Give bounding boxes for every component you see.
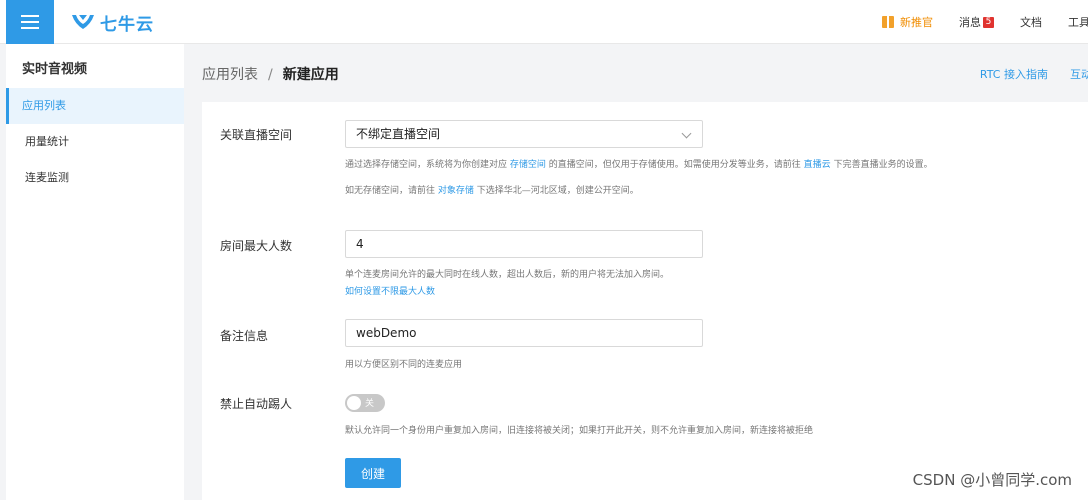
- hamburger-icon: [21, 11, 39, 33]
- tools-link[interactable]: 工具: [1068, 14, 1088, 30]
- sidebar-title: 实时音视频: [22, 62, 88, 77]
- max-users-label: 房间最大人数: [220, 239, 293, 253]
- breadcrumb-parent[interactable]: 应用列表: [202, 67, 258, 83]
- page-links: RTC 接入指南 互动: [958, 66, 1088, 82]
- unlimited-users-link[interactable]: 如何设置不限最大人数: [345, 284, 435, 297]
- logo-icon: [72, 15, 94, 29]
- page-title: 新建应用: [282, 67, 339, 83]
- interactive-link[interactable]: 互动: [1070, 66, 1088, 82]
- remark-input[interactable]: webDemo: [345, 319, 703, 347]
- sidebar: 实时音视频 应用列表 用量统计 连麦监测: [6, 44, 184, 500]
- docs-link[interactable]: 文档: [1020, 14, 1042, 30]
- live-space-label: 关联直播空间: [220, 128, 293, 142]
- logo[interactable]: 七牛云: [70, 10, 154, 35]
- sidebar-item-monitor[interactable]: 连麦监测: [6, 160, 184, 196]
- header-links: 新推官 消息 5 文档 工具: [882, 0, 1088, 44]
- hint-text: 通过选择存储空间，系统将为你创建对应: [345, 160, 508, 170]
- messages-label: 消息: [959, 16, 981, 29]
- logo-text: 七牛云: [100, 14, 154, 35]
- max-users-hint: 单个连麦房间允许的最大同时在线人数，超出人数后，新的用户将无法加入房间。: [345, 270, 670, 280]
- breadcrumb: 应用列表 / 新建应用: [202, 64, 339, 84]
- kick-label: 禁止自动踢人: [220, 397, 293, 411]
- max-users-input[interactable]: 4: [345, 230, 703, 258]
- page-head: 应用列表 / 新建应用 RTC 接入指南 互动: [184, 44, 1088, 102]
- object-storage-link[interactable]: 对象存储: [438, 186, 474, 196]
- sidebar-item-usage[interactable]: 用量统计: [6, 124, 184, 160]
- new-feature-label: 新推官: [900, 16, 933, 29]
- live-space-select[interactable]: 不绑定直播空间: [345, 120, 703, 148]
- remark-hint: 用以方便区别不同的连麦应用: [345, 360, 463, 370]
- docs-label: 文档: [1020, 16, 1042, 29]
- rtc-guide-link[interactable]: RTC 接入指南: [980, 66, 1048, 82]
- messages-count-badge: 5: [983, 16, 994, 28]
- messages-link[interactable]: 消息 5: [959, 14, 994, 30]
- watermark: CSDN @小曾同学.com: [912, 471, 1072, 489]
- breadcrumb-separator: /: [268, 67, 273, 83]
- toggle-label: 关: [365, 399, 375, 409]
- live-cloud-link[interactable]: 直播云: [804, 160, 831, 170]
- menu-button[interactable]: [6, 0, 54, 44]
- gift-icon: [882, 16, 894, 28]
- hint-text: 的直播空间，但仅用于存储使用。如需使用分发等业务，请前往: [548, 160, 801, 170]
- hint-text: 下完善直播业务的设置。: [833, 160, 933, 170]
- new-feature-link[interactable]: 新推官: [882, 14, 933, 30]
- create-button[interactable]: 创建: [345, 458, 401, 488]
- hint-text: 下选择华北—河北区域，创建公开空间。: [476, 186, 639, 196]
- top-header: 七牛云 新推官 消息 5 文档 工具: [0, 0, 1088, 44]
- kick-toggle[interactable]: 关: [345, 394, 385, 412]
- tools-label: 工具: [1068, 16, 1088, 29]
- toggle-knob: [347, 396, 361, 410]
- hint-text: 如无存储空间，请前往: [345, 186, 436, 196]
- storage-space-link[interactable]: 存储空间: [510, 160, 546, 170]
- remark-label: 备注信息: [220, 329, 269, 343]
- chevron-down-icon: [681, 128, 692, 139]
- sidebar-item-app-list[interactable]: 应用列表: [6, 88, 184, 124]
- live-space-value: 不绑定直播空间: [356, 127, 441, 141]
- kick-hint: 默认允许同一个身份用户重复加入房间，旧连接将被关闭；如果打开此开关，则不允许重复…: [345, 426, 814, 436]
- live-space-hint-1: 通过选择存储空间，系统将为你创建对应 存储空间 的直播空间，但仅用于存储使用。如…: [345, 157, 933, 170]
- form-panel: 关联直播空间 不绑定直播空间 通过选择存储空间，系统将为你创建对应 存储空间 的…: [202, 102, 1088, 500]
- live-space-hint-2: 如无存储空间，请前往 对象存储 下选择华北—河北区域，创建公开空间。: [345, 183, 639, 196]
